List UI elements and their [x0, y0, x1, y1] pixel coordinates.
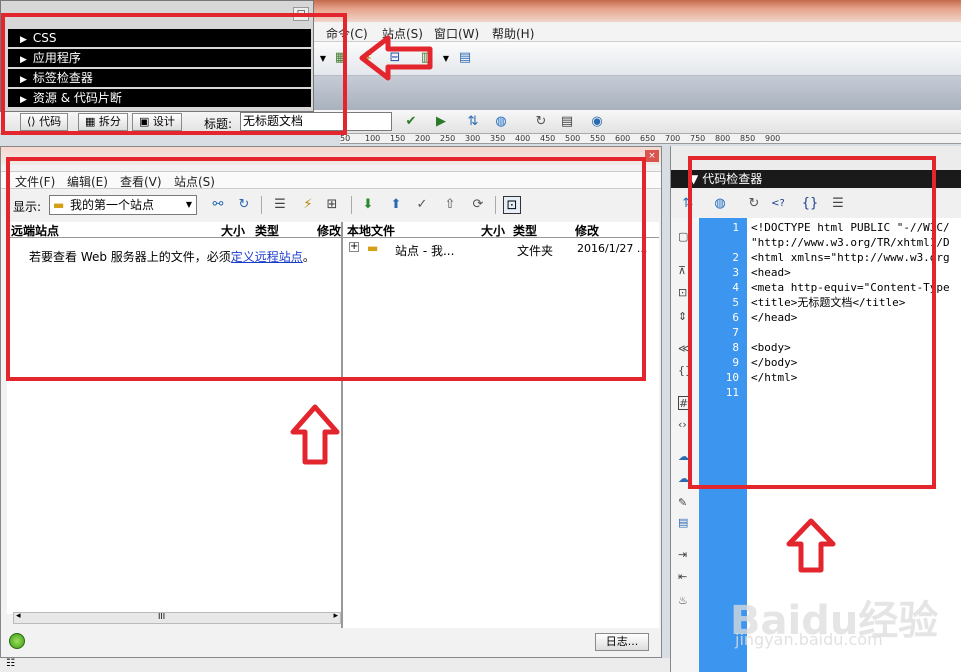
- horizontal-scrollbar[interactable]: ◂ III ▸: [13, 611, 341, 624]
- menu-window[interactable]: 窗口(W): [434, 25, 479, 42]
- comment-icon[interactable]: ▤: [456, 49, 474, 67]
- ruler-tick-label: 900: [765, 134, 781, 143]
- ruler: 50 100 150 200 250 300 350 400 450 500 550 600 650 70…: [340, 134, 961, 144]
- annotation-arrow-up-icon: [290, 404, 340, 465]
- annotation-arrow-left-icon: [359, 35, 433, 81]
- ruler-tick-label: 50: [340, 134, 351, 143]
- status-bar: ☷: [0, 658, 670, 672]
- ruler-tick-label: 650: [640, 134, 656, 143]
- view-options-icon[interactable]: ▤: [558, 113, 576, 131]
- ruler-tick-label: 750: [690, 134, 706, 143]
- recent-snippets-icon[interactable]: ▤: [678, 516, 692, 530]
- annotation-arrow-up-icon: [786, 518, 836, 573]
- ruler-tick-label: 300: [465, 134, 481, 143]
- ruler-tick-label: 700: [665, 134, 681, 143]
- ruler-tick-label: 100: [365, 134, 381, 143]
- format-source-icon[interactable]: ♨: [678, 594, 692, 608]
- ruler-tick-label: 350: [490, 134, 506, 143]
- baidu-watermark-url: jingyan.baidu.com: [735, 630, 883, 649]
- status-icon: ☷: [6, 658, 15, 669]
- status-green-icon: [9, 633, 25, 649]
- file-management-icon[interactable]: ⇅: [464, 113, 482, 131]
- close-icon[interactable]: ×: [645, 150, 659, 162]
- visual-aids-icon[interactable]: ◉: [588, 113, 606, 131]
- refresh-icon[interactable]: ↻: [532, 113, 550, 131]
- ruler-tick-label: 200: [415, 134, 431, 143]
- wrap-tag-icon[interactable]: ✎: [678, 496, 692, 510]
- ruler-tick-label: 850: [740, 134, 756, 143]
- preview-icon[interactable]: ▶: [432, 113, 450, 131]
- outdent-icon[interactable]: ⇤: [678, 570, 692, 584]
- annotation-box-code-inspector: [688, 156, 936, 489]
- scroll-thumb[interactable]: III: [158, 612, 165, 621]
- dropdown-arrow-icon[interactable]: ▼: [437, 50, 455, 68]
- validate-icon[interactable]: ✔: [402, 113, 420, 131]
- ruler-tick-label: 450: [540, 134, 556, 143]
- browser-preview-icon[interactable]: ◍: [492, 113, 510, 131]
- log-button[interactable]: 日志...: [595, 633, 649, 651]
- annotation-box-panel-menu: [1, 13, 347, 135]
- indent-icon[interactable]: ⇥: [678, 548, 692, 562]
- ruler-tick-label: 150: [390, 134, 406, 143]
- scroll-right-icon[interactable]: ▸: [333, 611, 338, 621]
- annotation-box-files-panel: [6, 157, 646, 381]
- scroll-left-icon[interactable]: ◂: [16, 611, 21, 621]
- ruler-tick-label: 250: [440, 134, 456, 143]
- ruler-tick-label: 600: [615, 134, 631, 143]
- ruler-tick-label: 400: [515, 134, 531, 143]
- ruler-tick-label: 550: [590, 134, 606, 143]
- menu-help[interactable]: 帮助(H): [492, 25, 534, 42]
- ruler-tick-label: 800: [715, 134, 731, 143]
- ruler-tick-label: 500: [565, 134, 581, 143]
